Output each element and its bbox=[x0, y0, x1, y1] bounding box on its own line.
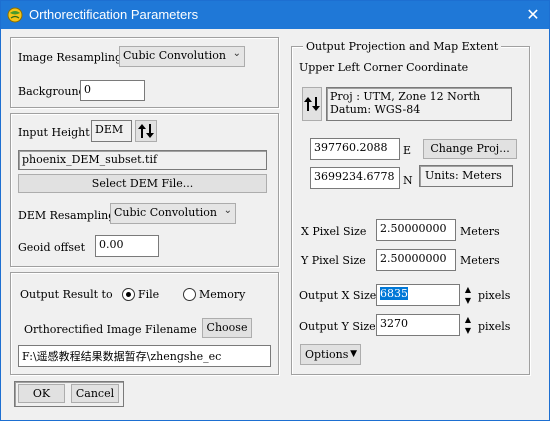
output-x-size-unit: pixels bbox=[478, 289, 511, 302]
filename-label: Orthorectified Image Filename bbox=[24, 323, 197, 336]
up-down-arrows-icon bbox=[138, 124, 154, 138]
x-pixel-size-label: X Pixel Size bbox=[301, 225, 367, 238]
output-memory-radio[interactable] bbox=[183, 288, 196, 301]
input-height-label: Input Height bbox=[18, 126, 90, 139]
close-icon: ✕ bbox=[526, 5, 540, 24]
output-file-label[interactable]: File bbox=[138, 288, 159, 301]
output-y-size-unit: pixels bbox=[478, 320, 511, 333]
image-resampling-value: Cubic Convolution bbox=[123, 49, 226, 62]
output-panel: Output Result to File Memory Orthorectif… bbox=[10, 272, 279, 375]
caret-down-icon: ▼ bbox=[350, 349, 357, 359]
chevron-down-icon: ⌄ bbox=[223, 205, 232, 216]
y-pixel-size-label: Y Pixel Size bbox=[301, 254, 366, 267]
output-filename-input[interactable]: F:\遥感教程结果数据暂存\zhengshe_ec bbox=[18, 345, 271, 367]
geoid-offset-label: Geoid offset bbox=[18, 241, 85, 254]
projection-info: Proj : UTM, Zone 12 North Datum: WGS-84 bbox=[326, 87, 512, 121]
cancel-button[interactable]: Cancel bbox=[71, 384, 119, 403]
background-input[interactable]: 0 bbox=[80, 80, 145, 101]
dem-file-display: phoenix_DEM_subset.tif bbox=[18, 150, 267, 170]
output-x-size-input[interactable]: 6835 bbox=[376, 284, 460, 306]
northing-input[interactable]: 3699234.6778 bbox=[310, 167, 400, 189]
image-resampling-select[interactable]: Cubic Convolution ⌄ bbox=[119, 46, 245, 67]
choose-button[interactable]: Choose bbox=[202, 318, 252, 338]
spinner-arrows-icon[interactable]: ▲ ▼ bbox=[462, 284, 474, 306]
output-y-size-input[interactable]: 3270 bbox=[376, 314, 460, 336]
output-memory-label[interactable]: Memory bbox=[199, 288, 245, 301]
projection-group: Output Projection and Map Extent Upper L… bbox=[291, 40, 530, 375]
units-display: Units: Meters bbox=[419, 165, 513, 187]
northing-unit: N bbox=[403, 174, 413, 187]
projection-line: Proj : UTM, Zone 12 North bbox=[330, 90, 481, 103]
image-resampling-label: Image Resampling bbox=[18, 51, 123, 64]
y-pixel-size-input[interactable]: 2.50000000 bbox=[376, 249, 456, 271]
spin-up-icon[interactable]: ▲ bbox=[462, 284, 474, 295]
envi-globe-icon bbox=[7, 7, 23, 23]
button-bar: OK Cancel bbox=[14, 381, 124, 407]
input-height-toggle-button[interactable] bbox=[135, 120, 157, 142]
dem-panel: Input Height DEM phoenix_DEM_subset.tif … bbox=[10, 113, 279, 267]
background-label: Background bbox=[18, 85, 86, 98]
chevron-down-icon: ⌄ bbox=[232, 48, 241, 59]
output-result-label: Output Result to bbox=[20, 288, 113, 301]
spin-up-icon[interactable]: ▲ bbox=[462, 314, 474, 325]
easting-unit: E bbox=[403, 144, 412, 157]
x-pixel-size-unit: Meters bbox=[460, 225, 500, 238]
ok-button[interactable]: OK bbox=[18, 384, 65, 403]
close-button[interactable]: ✕ bbox=[523, 5, 543, 25]
dem-resampling-value: Cubic Convolution bbox=[114, 206, 217, 219]
select-dem-file-button[interactable]: Select DEM File... bbox=[18, 174, 267, 193]
upper-left-corner-label: Upper Left Corner Coordinate bbox=[299, 61, 469, 74]
input-height-value: DEM bbox=[91, 120, 132, 142]
output-y-size-label: Output Y Size bbox=[299, 320, 376, 333]
dem-resampling-label: DEM Resampling bbox=[18, 209, 116, 222]
spinner-arrows-icon[interactable]: ▲ ▼ bbox=[462, 314, 474, 336]
dialog-body: Image Resampling Cubic Convolution ⌄ Bac… bbox=[1, 29, 549, 420]
up-down-arrows-icon bbox=[304, 97, 320, 111]
y-pixel-size-unit: Meters bbox=[460, 254, 500, 267]
easting-input[interactable]: 397760.2088 bbox=[310, 138, 400, 160]
spin-down-icon[interactable]: ▼ bbox=[462, 295, 474, 306]
orthorectification-dialog: Orthorectification Parameters ✕ Image Re… bbox=[0, 0, 550, 421]
spin-down-icon[interactable]: ▼ bbox=[462, 325, 474, 336]
resampling-panel: Image Resampling Cubic Convolution ⌄ Bac… bbox=[10, 37, 279, 108]
options-button[interactable]: Options ▼ bbox=[300, 344, 361, 365]
output-file-radio[interactable] bbox=[122, 288, 135, 301]
output-x-size-label: Output X Size bbox=[299, 289, 377, 302]
options-label: Options bbox=[305, 348, 349, 361]
dem-resampling-select[interactable]: Cubic Convolution ⌄ bbox=[110, 203, 236, 224]
change-proj-button[interactable]: Change Proj... bbox=[423, 139, 517, 159]
output-x-size-value: 6835 bbox=[380, 287, 408, 300]
title-bar[interactable]: Orthorectification Parameters ✕ bbox=[1, 1, 549, 29]
x-pixel-size-input[interactable]: 2.50000000 bbox=[376, 219, 456, 241]
datum-line: Datum: WGS-84 bbox=[330, 103, 421, 116]
geoid-offset-input[interactable]: 0.00 bbox=[95, 235, 159, 257]
window-title: Orthorectification Parameters bbox=[29, 7, 199, 22]
swap-projection-button[interactable] bbox=[302, 87, 322, 121]
projection-group-title: Output Projection and Map Extent bbox=[303, 40, 502, 53]
